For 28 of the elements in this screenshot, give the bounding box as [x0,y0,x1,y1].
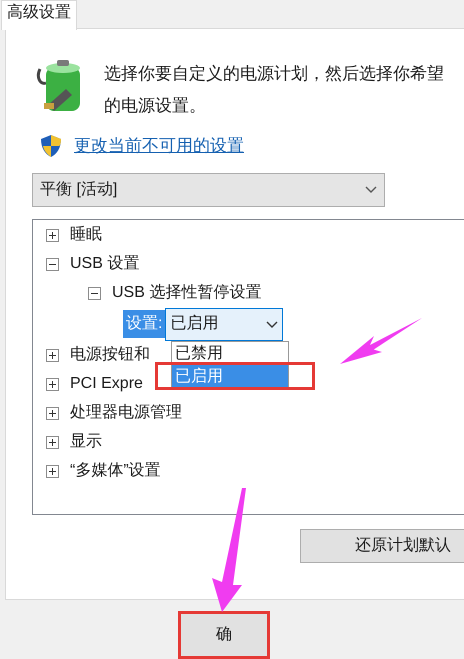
chevron-down-icon [266,320,278,328]
tree-item[interactable]: 睡眠 [70,223,102,247]
plan-dropdown[interactable]: 平衡 [活动] [32,172,385,206]
expand-icon[interactable] [46,436,59,448]
chevron-down-icon [365,186,377,193]
tree-item[interactable]: USB 设置 [70,252,140,276]
description-text: 的电源设置。 [104,95,207,117]
tree-item[interactable]: “多媒体”设置 [70,459,161,483]
expand-icon[interactable] [46,348,59,362]
settings-tab[interactable]: 高级设置 [1,0,77,30]
ok-button[interactable]: 确 [178,611,270,659]
change-settings-link[interactable]: 更改当前不可用的设置 [74,133,244,158]
tree-item[interactable]: 电源按钮和 [70,343,150,367]
tree-item[interactable]: 处理器电源管理 [70,401,182,425]
collapse-icon[interactable] [88,286,101,300]
expand-icon[interactable] [46,228,59,242]
expand-icon[interactable] [46,378,59,390]
setting-dropdown[interactable]: 已启用 [165,308,284,340]
expand-icon[interactable] [46,464,59,478]
tree-item[interactable]: USB 选择性暂停设置 [112,281,262,305]
expand-icon[interactable] [46,406,59,420]
setting-label: 设置: [123,310,166,338]
tree-item[interactable]: 显示 [70,430,102,454]
description-text: 选择你要自定义的电源计划，然后选择你希望 [104,63,444,85]
collapse-icon[interactable] [46,258,59,270]
tree-item[interactable]: PCI Expre [70,372,143,396]
shield-icon [40,134,62,158]
restore-defaults-button[interactable]: 还原计划默认 [300,528,464,562]
